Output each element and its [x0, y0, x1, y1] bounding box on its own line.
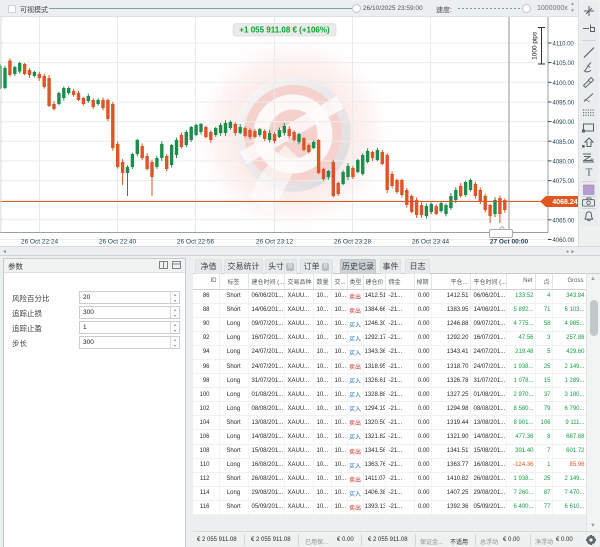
svg-text:4080.00: 4080.00 [553, 160, 575, 166]
svg-text:4085.00: 4085.00 [553, 140, 575, 146]
svg-text:26 Oct 22:56: 26 Oct 22:56 [177, 239, 215, 246]
svg-text:26 Oct 22:40: 26 Oct 22:40 [99, 239, 137, 246]
svg-text:T: T [586, 167, 593, 179]
svg-text:27 Oct 00:00: 27 Oct 00:00 [490, 239, 529, 246]
svg-text:4068.24: 4068.24 [552, 199, 577, 206]
svg-text:26 Oct 23:28: 26 Oct 23:28 [334, 239, 372, 246]
svg-text:4100.00: 4100.00 [553, 81, 575, 87]
svg-text:26 Oct 23:12: 26 Oct 23:12 [256, 239, 294, 246]
svg-text:26 Oct 22:24: 26 Oct 22:24 [21, 239, 59, 246]
svg-text:4095.00: 4095.00 [553, 101, 575, 107]
svg-text:4060.00: 4060.00 [553, 238, 575, 244]
svg-text:4105.00: 4105.00 [553, 61, 575, 67]
svg-text:4075.00: 4075.00 [553, 179, 575, 185]
svg-text:4090.00: 4090.00 [553, 120, 575, 126]
svg-text:+1 055 911.08 € (+106%): +1 055 911.08 € (+106%) [239, 26, 330, 35]
svg-text:26 Oct 23:44: 26 Oct 23:44 [412, 239, 450, 246]
svg-text:4110.00: 4110.00 [553, 42, 575, 48]
svg-text:1000 pips: 1000 pips [532, 31, 539, 60]
svg-text:4065.00: 4065.00 [553, 218, 575, 224]
